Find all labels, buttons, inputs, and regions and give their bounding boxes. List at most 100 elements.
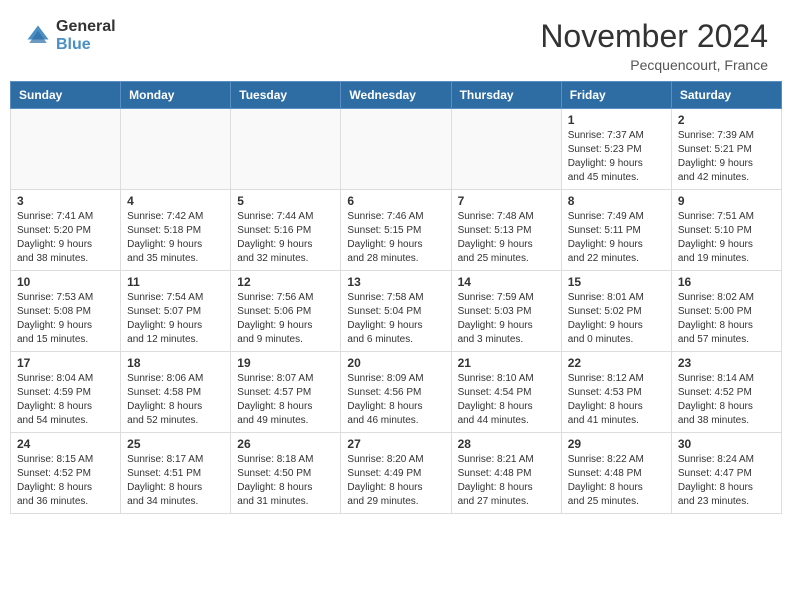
day-number: 22: [568, 356, 665, 370]
day-number: 29: [568, 437, 665, 451]
day-number: 8: [568, 194, 665, 208]
day-info: Sunrise: 8:21 AM Sunset: 4:48 PM Dayligh…: [458, 453, 555, 509]
day-number: 13: [347, 275, 444, 289]
day-info: Sunrise: 7:39 AM Sunset: 5:21 PM Dayligh…: [678, 129, 775, 185]
day-info: Sunrise: 7:49 AM Sunset: 5:11 PM Dayligh…: [568, 210, 665, 266]
calendar-day: 10 Sunrise: 7:53 AM Sunset: 5:08 PM Dayli…: [11, 271, 121, 352]
title-block: November 2024 Pecquencourt, France: [540, 18, 768, 73]
month-title: November 2024: [540, 18, 768, 55]
day-info: Sunrise: 7:48 AM Sunset: 5:13 PM Dayligh…: [458, 210, 555, 266]
day-info: Sunrise: 7:46 AM Sunset: 5:15 PM Dayligh…: [347, 210, 444, 266]
calendar-day: 12Sunrise: 7:56 AM Sunset: 5:06 PM Dayli…: [231, 271, 341, 352]
day-info: Sunrise: 8:04 AM Sunset: 4:59 PM Dayligh…: [17, 372, 114, 428]
day-number: 4: [127, 194, 224, 208]
day-number: 16: [678, 275, 775, 289]
calendar-day: 7 Sunrise: 7:48 AM Sunset: 5:13 PM Daylig…: [451, 190, 561, 271]
day-number: 24: [17, 437, 114, 451]
calendar-day: 1 Sunrise: 7:37 AM Sunset: 5:23 PM Daylig…: [561, 109, 671, 190]
calendar-day: 17 Sunrise: 8:04 AM Sunset: 4:59 PM Dayli…: [11, 352, 121, 433]
calendar-header: Sunday Monday Tuesday Wednesday Thursday…: [11, 82, 782, 109]
day-number: 7: [458, 194, 555, 208]
day-number: 12: [237, 275, 334, 289]
calendar-day: 3Sunrise: 7:41 AM Sunset: 5:20 PM Daylig…: [11, 190, 121, 271]
day-number: 11: [127, 275, 224, 289]
calendar-day: 25Sunrise: 8:17 AM Sunset: 4:51 PM Dayli…: [121, 433, 231, 514]
calendar-day: 14 Sunrise: 7:59 AM Sunset: 5:03 PM Dayli…: [451, 271, 561, 352]
calendar-week-2: 3Sunrise: 7:41 AM Sunset: 5:20 PM Daylig…: [11, 190, 782, 271]
day-info: Sunrise: 8:07 AM Sunset: 4:57 PM Dayligh…: [237, 372, 334, 428]
day-info: Sunrise: 8:10 AM Sunset: 4:54 PM Dayligh…: [458, 372, 555, 428]
day-info: Sunrise: 8:14 AM Sunset: 4:52 PM Dayligh…: [678, 372, 775, 428]
location-text: Pecquencourt, France: [540, 57, 768, 73]
col-sunday: Sunday: [11, 82, 121, 109]
page-header: General Blue November 2024 Pecquencourt,…: [0, 0, 792, 81]
col-monday: Monday: [121, 82, 231, 109]
day-number: 27: [347, 437, 444, 451]
day-info: Sunrise: 7:42 AM Sunset: 5:18 PM Dayligh…: [127, 210, 224, 266]
calendar-day: 9Sunrise: 7:51 AM Sunset: 5:10 PM Daylig…: [671, 190, 781, 271]
day-number: 15: [568, 275, 665, 289]
calendar-day: [341, 109, 451, 190]
day-number: 18: [127, 356, 224, 370]
calendar-day: 23Sunrise: 8:14 AM Sunset: 4:52 PM Dayli…: [671, 352, 781, 433]
calendar-day: 27 Sunrise: 8:20 AM Sunset: 4:49 PM Dayli…: [341, 433, 451, 514]
day-info: Sunrise: 8:06 AM Sunset: 4:58 PM Dayligh…: [127, 372, 224, 428]
calendar-day: [121, 109, 231, 190]
calendar-day: 13 Sunrise: 7:58 AM Sunset: 5:04 PM Dayli…: [341, 271, 451, 352]
day-info: Sunrise: 7:58 AM Sunset: 5:04 PM Dayligh…: [347, 291, 444, 347]
calendar-day: 5 Sunrise: 7:44 AM Sunset: 5:16 PM Daylig…: [231, 190, 341, 271]
day-info: Sunrise: 7:54 AM Sunset: 5:07 PM Dayligh…: [127, 291, 224, 347]
calendar-day: 2 Sunrise: 7:39 AM Sunset: 5:21 PM Daylig…: [671, 109, 781, 190]
day-info: Sunrise: 7:44 AM Sunset: 5:16 PM Dayligh…: [237, 210, 334, 266]
calendar-day: 21Sunrise: 8:10 AM Sunset: 4:54 PM Dayli…: [451, 352, 561, 433]
day-info: Sunrise: 7:59 AM Sunset: 5:03 PM Dayligh…: [458, 291, 555, 347]
calendar-day: 28 Sunrise: 8:21 AM Sunset: 4:48 PM Dayli…: [451, 433, 561, 514]
calendar-day: 22 Sunrise: 8:12 AM Sunset: 4:53 PM Dayli…: [561, 352, 671, 433]
logo-general-text: General: [56, 18, 116, 36]
calendar-day: 24Sunrise: 8:15 AM Sunset: 4:52 PM Dayli…: [11, 433, 121, 514]
day-number: 9: [678, 194, 775, 208]
calendar-day: 8 Sunrise: 7:49 AM Sunset: 5:11 PM Daylig…: [561, 190, 671, 271]
day-info: Sunrise: 8:24 AM Sunset: 4:47 PM Dayligh…: [678, 453, 775, 509]
calendar-day: [451, 109, 561, 190]
day-number: 10: [17, 275, 114, 289]
day-number: 17: [17, 356, 114, 370]
day-number: 28: [458, 437, 555, 451]
day-info: Sunrise: 8:01 AM Sunset: 5:02 PM Dayligh…: [568, 291, 665, 347]
day-info: Sunrise: 7:41 AM Sunset: 5:20 PM Dayligh…: [17, 210, 114, 266]
calendar-container: Sunday Monday Tuesday Wednesday Thursday…: [0, 81, 792, 524]
col-thursday: Thursday: [451, 82, 561, 109]
calendar-day: 19 Sunrise: 8:07 AM Sunset: 4:57 PM Dayli…: [231, 352, 341, 433]
calendar-day: 4 Sunrise: 7:42 AM Sunset: 5:18 PM Daylig…: [121, 190, 231, 271]
day-info: Sunrise: 8:02 AM Sunset: 5:00 PM Dayligh…: [678, 291, 775, 347]
day-number: 14: [458, 275, 555, 289]
logo-blue-text: Blue: [56, 36, 116, 54]
day-info: Sunrise: 7:53 AM Sunset: 5:08 PM Dayligh…: [17, 291, 114, 347]
day-info: Sunrise: 8:22 AM Sunset: 4:48 PM Dayligh…: [568, 453, 665, 509]
calendar-body: 1 Sunrise: 7:37 AM Sunset: 5:23 PM Daylig…: [11, 109, 782, 514]
calendar-day: 15 Sunrise: 8:01 AM Sunset: 5:02 PM Dayli…: [561, 271, 671, 352]
calendar-week-5: 24Sunrise: 8:15 AM Sunset: 4:52 PM Dayli…: [11, 433, 782, 514]
day-info: Sunrise: 7:37 AM Sunset: 5:23 PM Dayligh…: [568, 129, 665, 185]
day-info: Sunrise: 8:12 AM Sunset: 4:53 PM Dayligh…: [568, 372, 665, 428]
calendar-day: [11, 109, 121, 190]
day-number: 26: [237, 437, 334, 451]
calendar-day: 16 Sunrise: 8:02 AM Sunset: 5:00 PM Dayli…: [671, 271, 781, 352]
calendar-day: [231, 109, 341, 190]
day-number: 1: [568, 113, 665, 127]
col-wednesday: Wednesday: [341, 82, 451, 109]
day-number: 2: [678, 113, 775, 127]
day-info: Sunrise: 8:18 AM Sunset: 4:50 PM Dayligh…: [237, 453, 334, 509]
col-friday: Friday: [561, 82, 671, 109]
calendar-day: 6Sunrise: 7:46 AM Sunset: 5:15 PM Daylig…: [341, 190, 451, 271]
calendar-week-4: 17 Sunrise: 8:04 AM Sunset: 4:59 PM Dayli…: [11, 352, 782, 433]
calendar-day: 11 Sunrise: 7:54 AM Sunset: 5:07 PM Dayli…: [121, 271, 231, 352]
day-info: Sunrise: 8:20 AM Sunset: 4:49 PM Dayligh…: [347, 453, 444, 509]
day-number: 25: [127, 437, 224, 451]
day-number: 5: [237, 194, 334, 208]
header-row: Sunday Monday Tuesday Wednesday Thursday…: [11, 82, 782, 109]
day-number: 19: [237, 356, 334, 370]
col-tuesday: Tuesday: [231, 82, 341, 109]
col-saturday: Saturday: [671, 82, 781, 109]
logo: General Blue: [24, 18, 116, 53]
